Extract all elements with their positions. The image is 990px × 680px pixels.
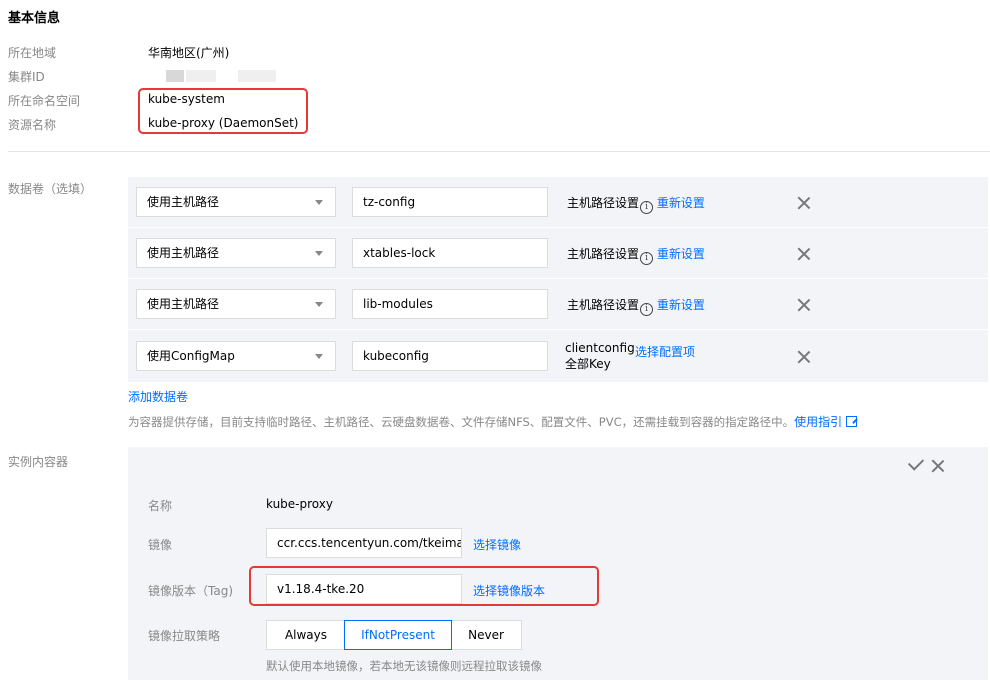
external-link-icon[interactable] — [846, 416, 858, 427]
namespace-label: 所在命名空间 — [8, 94, 81, 108]
close-icon[interactable] — [797, 298, 811, 312]
volume-name-value: xtables-lock — [363, 246, 436, 260]
volume-type-select[interactable]: 使用主机路径 — [136, 289, 336, 319]
section-title-basic: 基本信息 — [8, 11, 61, 26]
redacted-block — [186, 70, 216, 82]
close-icon[interactable] — [797, 350, 811, 364]
cluster-id-label: 集群ID — [8, 70, 45, 84]
usage-guide-link[interactable]: 使用指引 — [794, 415, 842, 429]
container-name-label: 名称 — [148, 499, 173, 513]
volumes-label: 数据卷（选填） — [8, 182, 93, 196]
region-label: 所在地域 — [8, 46, 57, 60]
close-icon[interactable] — [931, 459, 945, 473]
volume-type-select[interactable]: 使用ConfigMap — [136, 341, 336, 371]
volume-type-value: 使用主机路径 — [147, 195, 220, 209]
pull-option-ifnotpresent[interactable]: IfNotPresent — [344, 620, 452, 650]
redacted-block — [166, 70, 184, 82]
chevron-down-icon — [315, 302, 323, 307]
image-value: ccr.ccs.tencentyun.com/tkeimage — [277, 536, 462, 550]
select-config-link[interactable]: 选择配置项 — [635, 343, 695, 360]
volume-row: 使用主机路径 tz-config 主机路径设置 i 重新设置 — [128, 177, 988, 227]
volume-name-input[interactable]: lib-modules — [352, 289, 548, 319]
volume-type-value: 使用ConfigMap — [147, 349, 235, 363]
image-input[interactable]: ccr.ccs.tencentyun.com/tkeimage — [266, 528, 462, 558]
reset-link[interactable]: 重新设置 — [657, 196, 705, 210]
close-icon[interactable] — [797, 196, 811, 210]
redacted-block — [238, 70, 276, 82]
volume-name-value: tz-config — [363, 195, 416, 209]
info-icon[interactable]: i — [640, 252, 654, 265]
volume-type-select[interactable]: 使用主机路径 — [136, 187, 336, 217]
volume-setting-label: 主机路径设置 — [567, 247, 640, 261]
configmap-keys: 全部Key — [565, 357, 611, 371]
close-icon[interactable] — [797, 247, 811, 261]
highlight-box — [249, 566, 599, 606]
add-volume-link[interactable]: 添加数据卷 — [128, 388, 188, 405]
container-panel: 名称 kube-proxy 镜像 ccr.ccs.tencentyun.com/… — [128, 447, 988, 680]
pull-policy-toggle: Always IfNotPresent Never — [266, 620, 522, 650]
select-image-link[interactable]: 选择镜像 — [473, 536, 521, 553]
volume-name-input[interactable]: xtables-lock — [352, 238, 548, 268]
volume-type-select[interactable]: 使用主机路径 — [136, 238, 336, 268]
check-icon[interactable] — [907, 454, 925, 471]
chevron-down-icon — [315, 251, 323, 256]
volume-setting: 主机路径设置 i 重新设置 — [567, 296, 705, 316]
reset-link[interactable]: 重新设置 — [657, 247, 705, 261]
volume-name-value: kubeconfig — [363, 349, 429, 363]
containers-label: 实例内容器 — [8, 455, 69, 469]
highlight-box — [138, 88, 308, 134]
volume-name-value: lib-modules — [363, 297, 433, 311]
chevron-down-icon — [315, 354, 323, 359]
volume-setting-label: 主机路径设置 — [567, 196, 640, 210]
reset-link[interactable]: 重新设置 — [657, 298, 705, 312]
volume-row: 使用主机路径 lib-modules 主机路径设置 i 重新设置 — [128, 279, 988, 329]
divider — [8, 151, 990, 152]
container-name-value: kube-proxy — [266, 497, 333, 511]
resource-label: 资源名称 — [8, 118, 57, 132]
pull-option-always[interactable]: Always — [267, 621, 345, 649]
pull-policy-label: 镜像拉取策略 — [148, 629, 221, 643]
volume-setting: 主机路径设置 i 重新设置 — [567, 245, 705, 265]
volume-type-value: 使用主机路径 — [147, 246, 220, 260]
volume-setting-label: 主机路径设置 — [567, 298, 640, 312]
volume-help: 为容器提供存储，目前支持临时路径、主机路径、云硬盘数据卷、文件存储NFS、配置文… — [128, 413, 858, 430]
image-label: 镜像 — [148, 538, 173, 552]
configmap-name: clientconfig — [565, 341, 635, 355]
volume-setting: clientconfig 全部Key — [565, 340, 635, 372]
region-value: 华南地区(广州) — [148, 46, 230, 60]
volume-row: 使用ConfigMap kubeconfig clientconfig 全部Ke… — [128, 330, 988, 382]
volume-name-input[interactable]: tz-config — [352, 187, 548, 217]
info-icon[interactable]: i — [640, 303, 654, 316]
pull-option-never[interactable]: Never — [451, 621, 521, 649]
info-icon[interactable]: i — [640, 201, 654, 214]
tag-label: 镜像版本（Tag) — [148, 584, 233, 598]
chevron-down-icon — [315, 200, 323, 205]
volume-help-text: 为容器提供存储，目前支持临时路径、主机路径、云硬盘数据卷、文件存储NFS、配置文… — [128, 415, 795, 429]
volume-row: 使用主机路径 xtables-lock 主机路径设置 i 重新设置 — [128, 228, 988, 278]
volume-setting: 主机路径设置 i 重新设置 — [567, 194, 705, 214]
volume-name-input[interactable]: kubeconfig — [352, 341, 548, 371]
volume-type-value: 使用主机路径 — [147, 297, 220, 311]
pull-policy-hint: 默认使用本地镜像，若本地无该镜像则远程拉取该镜像 — [266, 659, 542, 673]
